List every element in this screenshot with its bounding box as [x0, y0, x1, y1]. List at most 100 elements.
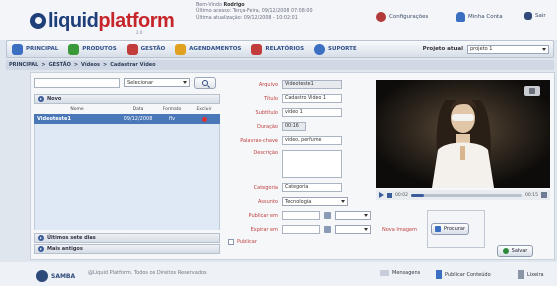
- logo-icon: [30, 13, 46, 29]
- play-icon[interactable]: [379, 192, 384, 198]
- publicar-em-date[interactable]: [282, 211, 320, 220]
- management-icon: [126, 43, 138, 55]
- col-formato[interactable]: Formato: [156, 107, 188, 114]
- section-label: Novo: [47, 96, 62, 102]
- publicar-label: Publicar: [237, 239, 257, 245]
- configuracoes-link[interactable]: Configurações: [376, 12, 428, 22]
- expirar-em-label: Expirar em: [250, 226, 278, 233]
- expand-icon: [38, 235, 44, 241]
- section-novo[interactable]: Novo: [34, 94, 220, 104]
- breadcrumb-sep: >: [41, 62, 46, 68]
- palavras-field[interactable]: video, perfume: [282, 136, 342, 145]
- section-ultimos-sete-dias[interactable]: Últimos sete dias: [34, 233, 220, 243]
- expirar-em-time[interactable]: [335, 225, 371, 234]
- procurar-button[interactable]: Procurar: [431, 223, 469, 235]
- col-nome[interactable]: Nome: [34, 107, 120, 114]
- expand-icon: [38, 246, 44, 252]
- user-name: Rodrigo: [223, 3, 245, 8]
- search-button[interactable]: [194, 77, 216, 89]
- chevron-down-icon: [364, 228, 368, 231]
- calendar-icon[interactable]: [324, 212, 331, 219]
- nav-principal[interactable]: Principal: [7, 41, 63, 57]
- video-frame: [376, 80, 550, 188]
- publicar-conteudo-link[interactable]: Publicar Conteúdo: [436, 270, 491, 279]
- publicar-conteudo-label: Publicar Conteúdo: [445, 271, 491, 278]
- filter-value: Selecionar: [127, 79, 154, 86]
- lixeira-link[interactable]: Lixeira: [518, 270, 544, 279]
- titulo-field[interactable]: Cadastro Video 1: [282, 94, 342, 103]
- publicar-em-time[interactable]: [335, 211, 371, 220]
- nav-label: Principal: [26, 46, 59, 52]
- logo[interactable]: liquidplatform: [30, 10, 175, 33]
- assunto-value: Tecnologia: [285, 198, 312, 205]
- logo-text: liquid: [48, 10, 99, 32]
- total-time: 00:15: [525, 192, 538, 198]
- row-date: 09/12/2008: [123, 116, 153, 122]
- nav-label: Agendamentos: [189, 46, 242, 52]
- arquivo-field: Videoteste1: [282, 80, 342, 89]
- samba-logo-icon: [36, 270, 48, 282]
- stop-icon[interactable]: [387, 192, 392, 198]
- breadcrumb-sep: >: [103, 62, 108, 68]
- publicar-checkbox-row: Publicar: [228, 239, 257, 245]
- logout-icon: [524, 12, 532, 20]
- nav-produtos[interactable]: Produtos: [63, 41, 121, 57]
- breadcrumb-item[interactable]: Vídeos: [81, 62, 100, 68]
- duracao-row: Duração 00:16: [226, 122, 306, 131]
- duracao-field: 00:16: [282, 122, 306, 131]
- salvar-button[interactable]: Salvar: [497, 245, 533, 257]
- calendar-icon: [175, 43, 187, 55]
- mensagens-link[interactable]: Mensagens: [380, 270, 420, 276]
- row-format: flv: [168, 116, 176, 122]
- logo-version: 2.0: [136, 30, 143, 35]
- nav-gestao[interactable]: Gestão: [122, 41, 171, 57]
- video-player[interactable]: [376, 80, 550, 188]
- col-data[interactable]: Data: [120, 107, 156, 114]
- seek-bar[interactable]: [410, 193, 523, 197]
- mensagens-label: Mensagens: [392, 270, 421, 276]
- publish-icon: [436, 270, 442, 279]
- subtitulo-label: Subtítulo: [255, 109, 278, 116]
- section-mais-antigos[interactable]: Mais antigos: [34, 244, 220, 254]
- chevron-down-icon: [542, 47, 546, 51]
- row-delete[interactable]: [188, 116, 220, 122]
- subtitulo-field[interactable]: video 1: [282, 108, 342, 117]
- subtitulo-row: Subtítulo video 1: [226, 108, 342, 117]
- minha-conta-link[interactable]: Minha Conta: [456, 12, 503, 22]
- volume-icon[interactable]: [541, 192, 547, 198]
- calendar-icon[interactable]: [324, 226, 331, 233]
- assunto-dropdown[interactable]: Tecnologia: [282, 197, 348, 206]
- breadcrumb-item[interactable]: GESTÃO: [49, 62, 71, 68]
- section-label: Últimos sete dias: [47, 235, 96, 241]
- breadcrumb: PRINCIPAL > GESTÃO > Vídeos > Cadastrar Víd…: [6, 60, 554, 70]
- descricao-field[interactable]: [282, 150, 342, 178]
- expirar-em-date[interactable]: [282, 225, 320, 234]
- project-dropdown[interactable]: projeto 1: [467, 44, 549, 54]
- search-input[interactable]: [34, 78, 120, 88]
- publicar-em-label: Publicar em: [248, 212, 278, 219]
- user-info: Bem-Vindo Rodrigo Último acesso: Terça-F…: [196, 3, 313, 22]
- nav-suporte[interactable]: Suporte: [309, 41, 362, 57]
- categoria-field[interactable]: Categoria: [282, 183, 342, 192]
- publicar-checkbox[interactable]: [228, 239, 234, 245]
- breadcrumb-item[interactable]: PRINCIPAL: [9, 62, 38, 68]
- configuracoes-label: Configurações: [389, 14, 429, 20]
- section-label: Mais antigos: [47, 246, 83, 252]
- nav-agendamentos[interactable]: Agendamentos: [170, 41, 246, 57]
- col-excluir: Excluir: [196, 107, 212, 112]
- project-label: Projeto atual: [422, 46, 463, 52]
- palavras-row: Palavras-chave video, perfume: [226, 136, 342, 145]
- copyright: @Liquid Platform. Todos os Direitos Rese…: [88, 270, 207, 276]
- table-row[interactable]: Videoteste1 09/12/2008 flv: [34, 114, 220, 124]
- nav-relatorios[interactable]: Relatórios: [246, 41, 309, 57]
- project-value: projeto 1: [470, 46, 493, 52]
- expirar-em-row: Expirar em: [226, 225, 371, 234]
- sair-link[interactable]: Sair: [524, 12, 546, 20]
- titulo-label: Título: [263, 95, 278, 102]
- nav-label: Gestão: [140, 46, 166, 52]
- filter-dropdown[interactable]: Selecionar: [124, 78, 190, 87]
- delete-icon: [201, 116, 207, 122]
- gear-icon: [376, 12, 386, 22]
- assunto-label: Assunto: [258, 198, 278, 205]
- user-icon: [456, 12, 465, 22]
